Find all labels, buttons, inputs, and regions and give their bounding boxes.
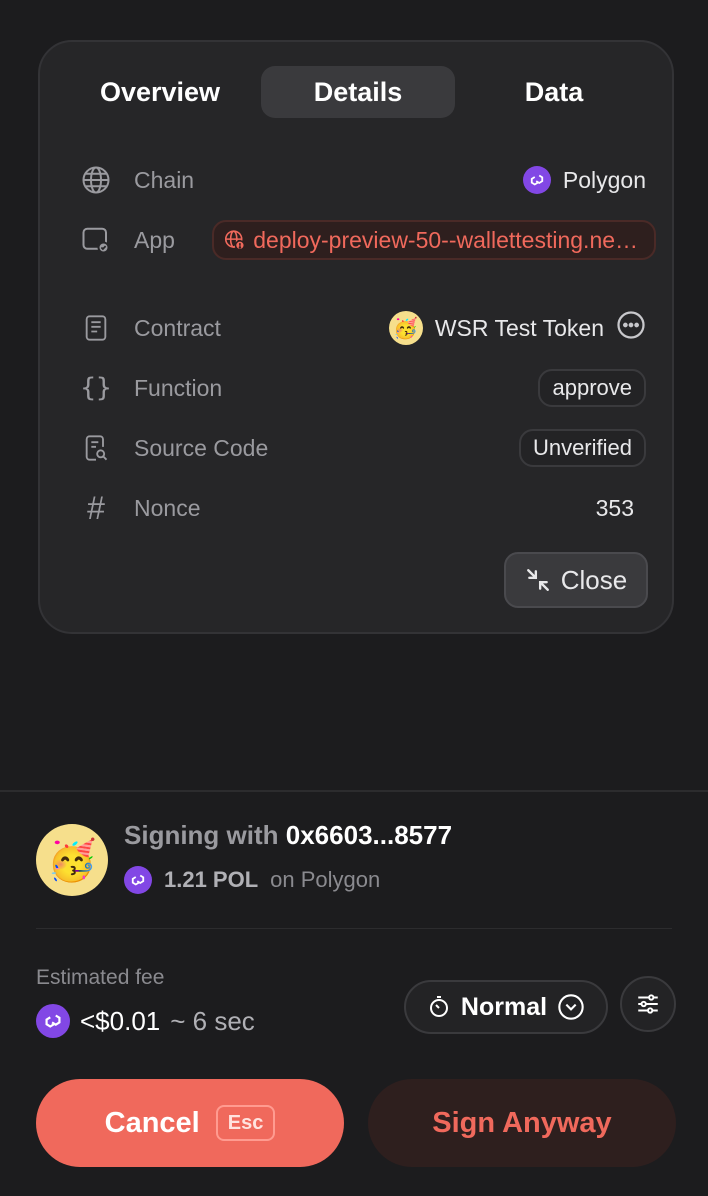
app-label: App [134, 227, 175, 253]
row-source-code: Source Code Unverified [80, 426, 646, 470]
signing-line: Signing with 0x6603...8577 [124, 820, 452, 851]
tab-data[interactable]: Data [464, 66, 644, 118]
chain-value: Polygon [522, 158, 646, 202]
sliders-icon [638, 994, 658, 1014]
chain-name: Polygon [562, 166, 646, 193]
account-avatar: 🥳 [36, 824, 108, 896]
nonce-value: 353 [595, 494, 634, 521]
fee-amount: <$0.01 [80, 1005, 161, 1036]
fee-value: <$0.01 ~ 6 sec [36, 1004, 255, 1038]
signing-footer: 🥳 Signing with 0x6603...8577 1.21 POL on… [0, 792, 708, 1196]
document-search-icon [80, 432, 112, 464]
app-link[interactable]: deploy-preview-50--wallettesting.netlify… [212, 220, 656, 260]
tab-details[interactable]: Details [261, 66, 455, 118]
tab-overview[interactable]: Overview [70, 66, 250, 118]
row-contract: Contract 🥳 WSR Test Token [80, 306, 646, 350]
fee-settings-button[interactable] [620, 976, 676, 1032]
contract-value: 🥳 WSR Test Token [388, 306, 646, 350]
chain-label: Chain [134, 167, 195, 193]
cancel-label: Cancel [104, 1106, 200, 1139]
function-label: Function [134, 375, 223, 401]
fee-speed-selector[interactable]: Normal [404, 980, 608, 1034]
document-icon [80, 312, 112, 344]
source-code-chip: Unverified [518, 429, 646, 467]
app-url: deploy-preview-50--wallettesting.netlify… [253, 226, 642, 253]
cancel-button[interactable]: Cancel Esc [36, 1079, 344, 1167]
braces-icon: {} [80, 373, 112, 403]
esc-shortcut-badge: Esc [215, 1105, 276, 1141]
sign-anyway-label: Sign Anyway [432, 1106, 612, 1139]
details-card: Overview Details Data Chain Polygon App [38, 40, 674, 634]
signing-prefix: Signing with [124, 820, 279, 850]
polygon-icon [36, 1004, 70, 1038]
tab-bar: Overview Details Data [64, 66, 652, 120]
close-button[interactable]: Close [504, 552, 648, 608]
footer-divider [36, 928, 672, 929]
fee-label: Estimated fee [36, 966, 165, 989]
balance-line: 1.21 POL on Polygon [124, 866, 380, 894]
row-app: App deploy-preview-50--wallettesting.net… [80, 218, 656, 262]
fee-speed-label: Normal [460, 992, 548, 1021]
row-function: {} Function approve [80, 366, 646, 410]
contract-label: Contract [134, 315, 221, 341]
fee-time: ~ 6 sec [170, 1005, 255, 1036]
app-check-icon [80, 224, 112, 256]
source-code-label: Source Code [134, 435, 269, 461]
polygon-icon [522, 166, 551, 194]
globe-warning-icon [224, 230, 246, 251]
signer-address[interactable]: 0x6603...8577 [286, 820, 452, 850]
stopwatch-icon [429, 996, 448, 1017]
globe-icon [80, 164, 112, 196]
row-nonce: # Nonce 353 [80, 486, 646, 530]
nonce-label: Nonce [134, 495, 201, 521]
close-label: Close [560, 564, 628, 595]
token-avatar-icon: 🥳 [388, 311, 423, 345]
more-options-icon[interactable] [616, 310, 646, 346]
contract-name: WSR Test Token [434, 314, 604, 341]
hash-icon: # [87, 489, 105, 526]
polygon-icon [124, 866, 152, 894]
chevron-down-icon [558, 994, 584, 1020]
balance-amount: 1.21 POL [164, 867, 259, 892]
balance-network: on Polygon [270, 867, 381, 892]
function-chip: approve [538, 369, 646, 407]
sign-anyway-button[interactable]: Sign Anyway [368, 1079, 676, 1167]
row-chain: Chain Polygon [80, 158, 646, 202]
collapse-icon [526, 569, 549, 591]
